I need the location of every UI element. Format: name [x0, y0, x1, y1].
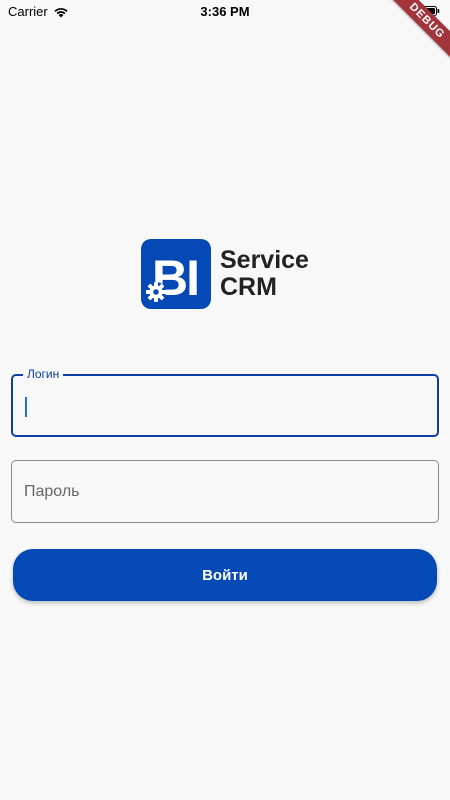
status-bar: Carrier 3:36 PM	[0, 0, 450, 24]
logo-line-crm: CRM	[220, 273, 277, 301]
login-screen: Carrier 3:36 PM DEBUG BI Service CRM Лог…	[0, 0, 450, 800]
login-field[interactable]: Логин	[11, 367, 439, 437]
app-logo: BI Service CRM	[141, 239, 309, 309]
gear-icon	[146, 282, 166, 302]
logo-mark-icon: BI	[141, 239, 211, 309]
login-field-label: Логин	[23, 367, 64, 381]
text-cursor	[25, 397, 27, 417]
logo-line-service: Service	[220, 246, 309, 274]
login-button[interactable]: Войти	[13, 549, 437, 601]
password-field[interactable]	[12, 461, 438, 522]
status-time: 3:36 PM	[200, 4, 250, 19]
logo-wordmark: Service CRM	[220, 247, 309, 301]
password-field-container	[11, 460, 439, 523]
